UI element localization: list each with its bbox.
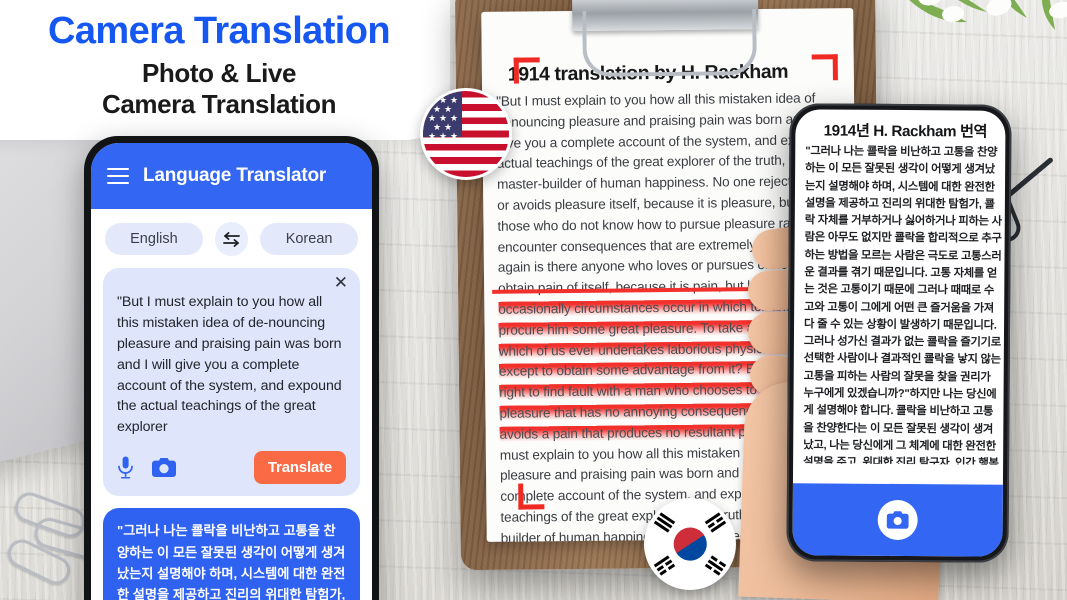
translator-app-screen: Language Translator English Korean ✕ "Bu… [91, 143, 372, 600]
scan-corner-top-left-icon [513, 57, 540, 84]
close-icon[interactable]: ✕ [334, 274, 348, 291]
source-card-actions: Translate [117, 451, 346, 485]
source-text-card: ✕ "But I must explain to you how all thi… [103, 268, 360, 497]
page-subtitle-line1: Photo & Live [141, 58, 297, 88]
language-selector-bar: English Korean [91, 209, 372, 264]
app-bar: Language Translator [91, 143, 372, 209]
south-korea-flag-icon [644, 498, 736, 590]
scan-corner-bottom-left-icon [518, 483, 545, 510]
hamburger-menu-icon[interactable] [107, 167, 129, 185]
microphone-icon[interactable] [117, 456, 134, 479]
translate-button[interactable]: Translate [253, 451, 346, 485]
camera-footer-bar [792, 483, 1003, 557]
camera-translation-screen: 1914년 H. Rackham 번역 "그러나 나는 쿌락을 비난하고 고통을… [792, 109, 1006, 557]
source-text[interactable]: "But I must explain to you how all this … [117, 292, 346, 438]
page-subtitle-line2: Camera Translation [101, 88, 337, 119]
page-subtitle: Photo & Live Camera Translation [0, 58, 438, 119]
translated-document-title: 1914년 H. Rackham 번역 [823, 122, 988, 141]
translated-document-body[interactable]: "그러나 나는 쿌락을 비난하고 고통을 찬양하는 이 모든 잘못된 생각이 어… [803, 143, 1003, 464]
translated-text-card[interactable]: "그러나 나는 쿌락을 비난하고 고통을 찬양하는 이 모든 잘못된 생각이 어… [103, 508, 360, 600]
promo-screenshot: Camera Translation Photo & Live Camera T… [0, 0, 1067, 600]
page-title: Camera Translation [48, 10, 390, 52]
left-phone-device: Language Translator English Korean ✕ "Bu… [84, 136, 379, 600]
camera-shutter-icon[interactable] [877, 499, 918, 541]
clipboard-metal-clip [571, 0, 759, 31]
united-states-flag-icon: ★ ★ ★ ★ ★ ★ ★ ★ ★ ★ ★ ★ ★ [420, 88, 512, 180]
camera-icon[interactable] [152, 458, 176, 478]
app-title: Language Translator [143, 165, 327, 186]
right-phone-device: 1914년 H. Rackham 번역 "그러나 나는 쿌락을 비난하고 고통을… [786, 103, 1012, 563]
scan-corner-top-right-icon [811, 54, 838, 81]
decorative-flowers [895, 0, 1067, 86]
swap-languages-icon[interactable] [214, 222, 249, 256]
source-language-chip[interactable]: English [105, 223, 203, 255]
target-language-chip[interactable]: Korean [260, 223, 358, 255]
